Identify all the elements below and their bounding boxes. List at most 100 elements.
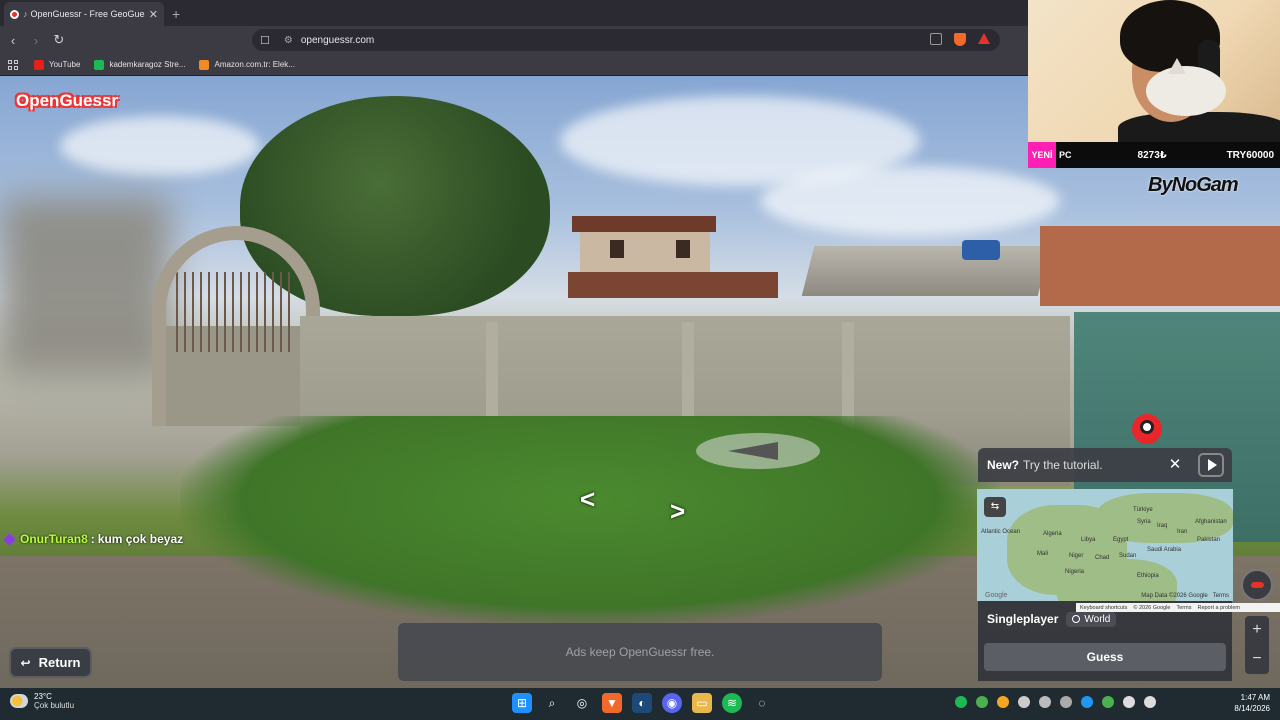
youtube-icon	[34, 59, 44, 70]
bookmark-amazon[interactable]: Amazon.com.tr: Elek...	[199, 59, 295, 70]
close-icon[interactable]: ✕	[1164, 454, 1186, 476]
cloud-tray-icon[interactable]	[997, 696, 1009, 708]
tutorial-new-label: New?	[987, 458, 1020, 472]
tutorial-link[interactable]: Try the tutorial.	[1023, 458, 1103, 472]
muted-speaker-icon[interactable]: ♪	[23, 9, 28, 19]
report-problem-link[interactable]: Report a problem	[1197, 605, 1240, 611]
zoom-out-button[interactable]: −	[1245, 645, 1269, 674]
guess-map[interactable]: Türkiye Syria Iraq Afghanistan Iran Alge…	[977, 489, 1233, 601]
blurred-region	[0, 196, 170, 376]
url-text[interactable]: openguessr.com	[301, 35, 374, 46]
return-label: Return	[38, 655, 81, 670]
tab-title: OpenGuessr - Free GeoGuess	[30, 9, 145, 19]
keyboard-shortcuts-link[interactable]: Keyboard shortcuts	[1080, 605, 1127, 611]
apps-grid-icon[interactable]	[8, 59, 18, 70]
translate-icon[interactable]	[930, 33, 942, 45]
bookmark-icon[interactable]: ☐	[260, 34, 270, 47]
map-label: Afghanistan	[1195, 519, 1227, 525]
brave-browser-icon[interactable]: ▼	[602, 693, 622, 713]
search-icon[interactable]: ⌕	[542, 693, 562, 713]
water-tank	[962, 240, 1000, 260]
start-menu-icon[interactable]: ⊞	[512, 693, 532, 713]
guess-button[interactable]: Guess	[984, 643, 1226, 671]
donation-ticker: YENİ PC 8273₺ TRY60000	[1028, 142, 1280, 168]
map-label: Iraq	[1157, 523, 1168, 529]
region-label: World	[1084, 613, 1111, 625]
zoom-in-button[interactable]: +	[1245, 616, 1269, 645]
map-land	[1097, 493, 1233, 543]
obs-icon[interactable]: ◌	[752, 693, 772, 713]
kick-icon	[94, 59, 105, 70]
file-explorer-icon[interactable]: ▭	[692, 693, 712, 713]
chat-separator: :	[90, 532, 95, 546]
bookmark-kick[interactable]: kademkaragoz Stre...	[94, 59, 186, 70]
app-tray-icon[interactable]	[1102, 696, 1114, 708]
weather-widget[interactable]: 23°C Çok bulutlu	[10, 692, 74, 710]
system-tray	[955, 696, 1156, 708]
streamer-logo-a: ByNo	[1148, 174, 1197, 196]
map-settings-icon[interactable]: ⇆	[984, 497, 1006, 517]
cloud	[60, 116, 260, 176]
map-footer-terms-link[interactable]: Terms	[1176, 605, 1191, 611]
guess-area: Guess	[978, 637, 1232, 681]
partly-cloudy-icon	[10, 694, 28, 708]
tab-close-icon[interactable]: ✕	[149, 8, 158, 21]
compass-button[interactable]	[1241, 569, 1273, 601]
brave-rewards-icon[interactable]	[978, 33, 990, 44]
bookmark-youtube[interactable]: YouTube	[34, 59, 81, 70]
clock[interactable]: 1:47 AM 8/14/2026	[1234, 692, 1270, 714]
site-info-icon[interactable]: ⚙	[284, 35, 293, 46]
new-tab-button[interactable]: +	[172, 6, 180, 22]
webcam-cat	[1146, 66, 1226, 116]
bluetooth-tray-icon[interactable]	[1081, 696, 1093, 708]
play-icon	[1207, 459, 1217, 471]
nvidia-tray-icon[interactable]	[976, 696, 988, 708]
steam-icon[interactable]: ◐	[632, 693, 652, 713]
reload-button[interactable]: ↻	[49, 32, 69, 48]
address-bar[interactable]: ☐ ⚙ openguessr.com	[252, 29, 1000, 51]
back-button[interactable]: ‹	[3, 33, 23, 48]
chat-username: OnurTuran8	[20, 532, 88, 546]
spotify-tray-icon[interactable]	[955, 696, 967, 708]
forward-button[interactable]: ›	[26, 33, 46, 48]
map-label: Iran	[1177, 529, 1188, 535]
window	[610, 240, 624, 258]
volume-tray-icon[interactable]	[1144, 696, 1156, 708]
bookmark-label: YouTube	[49, 60, 81, 69]
brave-shield-icon[interactable]	[954, 33, 966, 46]
discord-icon[interactable]: ◉	[662, 693, 682, 713]
streamer-logo-b: Gam	[1196, 174, 1238, 196]
map-label: Nigeria	[1065, 569, 1085, 575]
xbox-icon[interactable]: ◎	[572, 693, 592, 713]
browser-tab-openguessr[interactable]: ♪ OpenGuessr - Free GeoGuess ✕	[4, 2, 164, 26]
amazon-icon	[199, 59, 210, 70]
map-label: Algeria	[1043, 531, 1062, 537]
move-arrow-icon[interactable]	[728, 442, 778, 460]
steam-tray-icon[interactable]	[1039, 696, 1051, 708]
map-copyright: © 2026 Google	[1133, 604, 1171, 611]
map-terms-link[interactable]: Terms	[1213, 593, 1229, 599]
screen: ♪ OpenGuessr - Free GeoGuess ✕ + ‹ › ↻ ☐…	[0, 0, 1280, 720]
streamer-logo: ByNoGam	[1148, 174, 1239, 197]
play-tutorial-button[interactable]	[1198, 453, 1224, 477]
chevron-left-icon[interactable]: <	[580, 484, 595, 515]
map-footer: Keyboard shortcuts © 2026 Google Terms R…	[1076, 603, 1280, 612]
chevron-right-icon[interactable]: >	[670, 496, 685, 527]
chat-badge-icon	[3, 532, 16, 546]
bookmark-label: Amazon.com.tr: Elek...	[214, 60, 295, 69]
map-label: Syria	[1137, 519, 1151, 525]
return-button[interactable]: ↩ Return	[9, 647, 92, 678]
wifi-tray-icon[interactable]	[1123, 696, 1135, 708]
usb-tray-icon[interactable]	[1060, 696, 1072, 708]
bookmarks-bar: YouTube kademkaragoz Stre... Amazon.com.…	[0, 54, 1028, 76]
settings-tray-icon[interactable]	[1018, 696, 1030, 708]
map-label: Mali	[1037, 551, 1049, 557]
bookmark-label: kademkaragoz Stre...	[109, 60, 186, 69]
spotify-icon[interactable]: ≋	[722, 693, 742, 713]
roof	[568, 272, 778, 298]
tutorial-prompt: New? Try the tutorial. ✕	[978, 448, 1232, 482]
webcam-shirt	[1118, 112, 1280, 142]
game-mode: Singleplayer	[987, 612, 1059, 626]
clock-date: 8/14/2026	[1234, 704, 1270, 713]
map-label: Sudan	[1119, 553, 1137, 559]
